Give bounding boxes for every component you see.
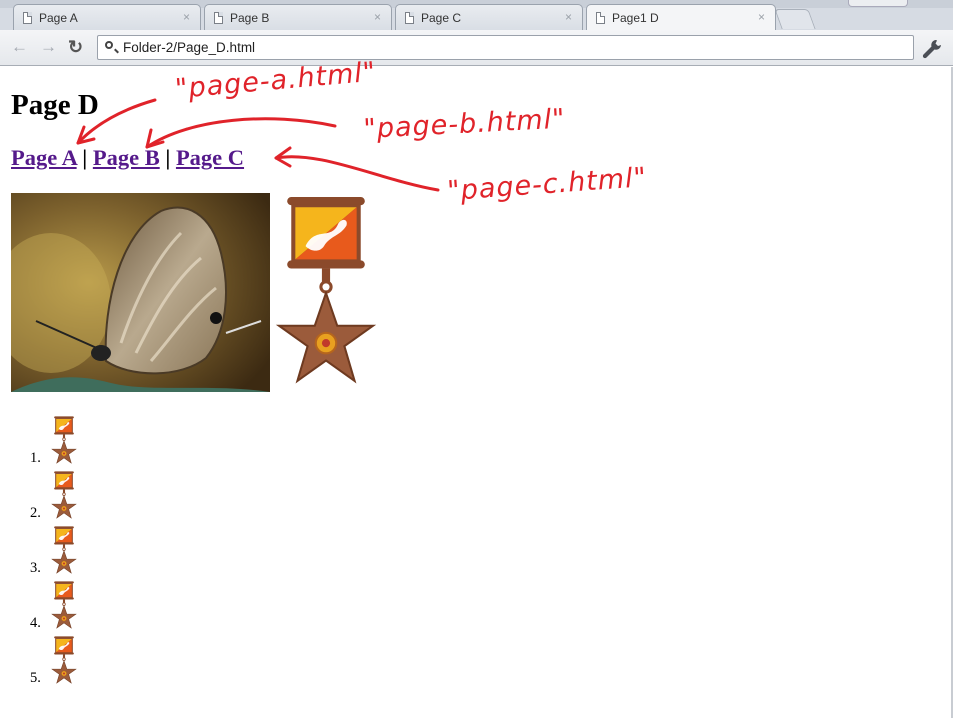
new-tab-button[interactable]: [774, 9, 816, 29]
page-icon: [405, 12, 414, 24]
tab-page-b[interactable]: Page B ×: [204, 4, 392, 30]
page-title: Page D: [11, 89, 99, 121]
window-controls[interactable]: [848, 0, 908, 7]
link-page-c[interactable]: Page C: [176, 145, 244, 170]
list-number: 3.: [30, 560, 41, 576]
toolbar: ← → ↻ Folder-2/Page_D.html: [0, 30, 953, 66]
reload-icon[interactable]: ↻: [68, 38, 83, 56]
page-links: Page A | Page B | Page C: [11, 145, 244, 171]
link-separator: |: [165, 145, 171, 170]
list-number: 2.: [30, 505, 41, 521]
tab-page-a[interactable]: Page A ×: [13, 4, 201, 30]
address-bar[interactable]: Folder-2/Page_D.html: [97, 35, 914, 60]
tab-title: Page B: [230, 11, 270, 25]
tab-page-d[interactable]: Page1 D ×: [586, 4, 776, 30]
page-icon: [214, 12, 223, 24]
butterfly-image: [11, 193, 270, 392]
medal-icon: [51, 525, 77, 574]
list-number: 1.: [30, 450, 41, 466]
link-page-a[interactable]: Page A: [11, 145, 77, 170]
close-icon[interactable]: ×: [374, 10, 381, 24]
tab-title: Page A: [39, 11, 78, 25]
tab-strip: Page A × Page B × Page C × Page1 D ×: [0, 0, 953, 30]
back-arrow-icon[interactable]: ←: [11, 38, 28, 56]
list-number: 4.: [30, 615, 41, 631]
medal-icon: [277, 195, 375, 383]
tab-title: Page1 D: [612, 11, 659, 25]
link-separator: |: [82, 145, 88, 170]
page-content: Page D Page A | Page B | Page C 1. 2. 3.…: [0, 67, 953, 718]
close-icon[interactable]: ×: [758, 10, 765, 24]
medal-icon: [51, 635, 77, 684]
forward-arrow-icon[interactable]: →: [40, 38, 57, 56]
tab-page-c[interactable]: Page C ×: [395, 4, 583, 30]
close-icon[interactable]: ×: [565, 10, 572, 24]
medal-icon: [51, 580, 77, 629]
page-icon: [596, 12, 605, 24]
list-number: 5.: [30, 670, 41, 686]
close-icon[interactable]: ×: [183, 10, 190, 24]
link-page-b[interactable]: Page B: [93, 145, 160, 170]
search-icon: [105, 41, 113, 49]
tab-title: Page C: [421, 11, 462, 25]
address-text[interactable]: Folder-2/Page_D.html: [123, 40, 255, 55]
wrench-icon[interactable]: [920, 37, 944, 59]
medal-icon: [51, 415, 77, 464]
medal-icon: [51, 470, 77, 519]
page-icon: [23, 12, 32, 24]
